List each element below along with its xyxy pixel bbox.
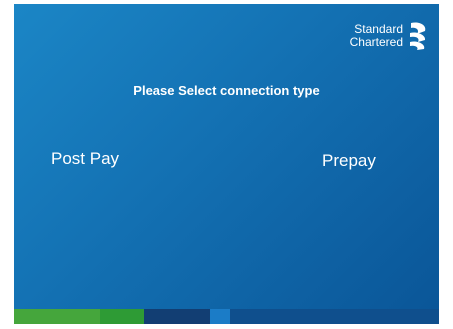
stripe-light-green [14, 309, 100, 324]
prepay-option[interactable]: Prepay [322, 151, 376, 171]
brand-logo: Standard Chartered [350, 21, 429, 51]
stripe-mid-blue [230, 309, 439, 324]
stripe-navy [144, 309, 210, 324]
brand-color-stripe [14, 309, 439, 324]
atm-screen: Standard Chartered Please Select connect… [14, 4, 439, 324]
brand-name-line2: Chartered [349, 35, 403, 49]
brand-name: Standard Chartered [350, 23, 403, 49]
stripe-blue [210, 309, 230, 324]
connection-type-prompt: Please Select connection type [133, 83, 320, 98]
standard-chartered-logo-icon [410, 22, 426, 50]
stripe-green [100, 309, 144, 324]
post-pay-option[interactable]: Post Pay [51, 149, 119, 169]
